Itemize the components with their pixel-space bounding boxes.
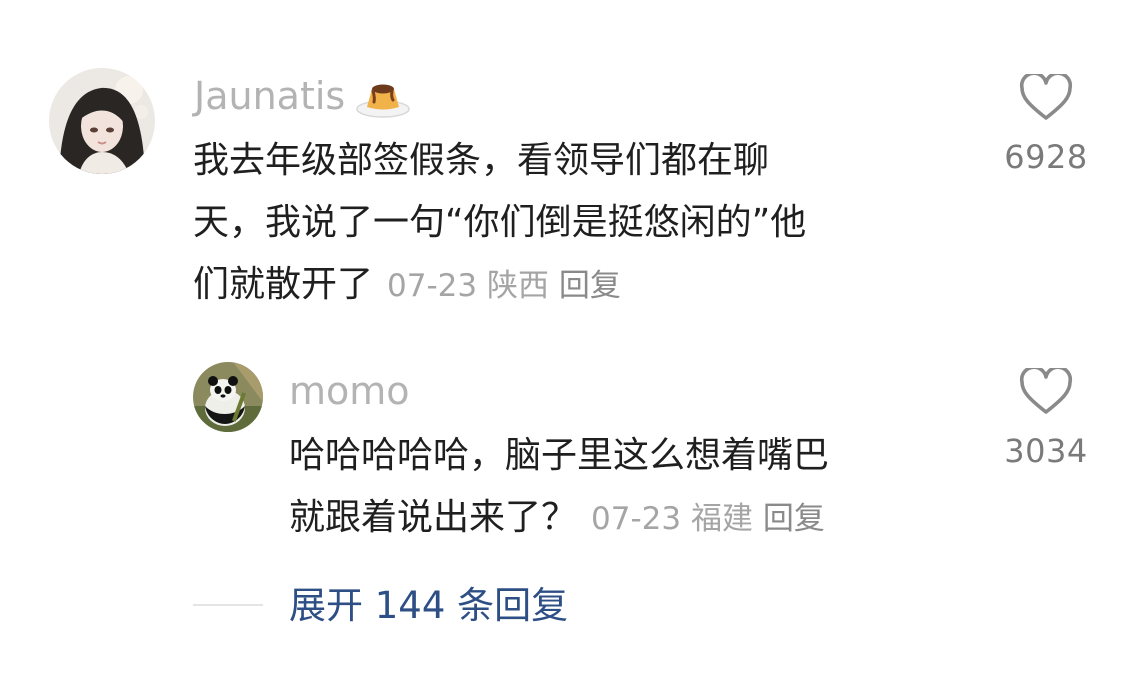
reply-button[interactable]: 回复 bbox=[559, 268, 621, 304]
reply-username[interactable]: momo bbox=[289, 372, 410, 410]
comment-line: 我去年级部签假条，看领导们都在聊 bbox=[193, 140, 770, 181]
reply-text: 哈哈哈哈哈，脑子里这么想着嘴巴 就跟着说出来了？ 07-23 福建 回复 bbox=[289, 425, 829, 550]
comment-meta: 07-23 陕西 回复 bbox=[387, 268, 621, 304]
avatar[interactable] bbox=[193, 362, 263, 432]
heart-outline-icon[interactable] bbox=[1019, 74, 1073, 122]
reply-line: 就跟着说出来了？ bbox=[289, 497, 578, 538]
like-count: 6928 bbox=[1004, 138, 1088, 176]
comment-date: 07-23 bbox=[387, 268, 478, 304]
pudding-icon bbox=[356, 84, 410, 118]
reply-date: 07-23 bbox=[591, 501, 682, 537]
comment-username[interactable]: Jaunatis bbox=[194, 77, 345, 115]
expand-replies-button[interactable]: 展开 144 条回复 bbox=[289, 587, 568, 624]
anime-girl-avatar-image bbox=[49, 68, 155, 174]
reply-line: 哈哈哈哈哈，脑子里这么想着嘴巴 bbox=[289, 435, 830, 476]
comment-text: 我去年级部签假条，看领导们都在聊 天，我说了一句“你们倒是挺悠闲的”他 们就散开… bbox=[193, 130, 806, 317]
reply-location: 福建 bbox=[690, 501, 753, 537]
reply-line-last: 就跟着说出来了？ 07-23 福建 回复 bbox=[289, 487, 829, 550]
like-area: 6928 bbox=[986, 74, 1106, 176]
comment-line: 们就散开了 bbox=[193, 264, 374, 305]
avatar[interactable] bbox=[49, 68, 155, 174]
reply-button[interactable]: 回复 bbox=[763, 501, 825, 537]
comment-line: 天，我说了一句“你们倒是挺悠闲的”他 bbox=[193, 202, 807, 243]
reply-meta: 07-23 福建 回复 bbox=[591, 501, 825, 537]
like-area: 3034 bbox=[986, 368, 1106, 470]
comment-location: 陕西 bbox=[486, 268, 549, 304]
heart-outline-icon[interactable] bbox=[1019, 368, 1073, 416]
comment-line-last: 们就散开了 07-23 陕西 回复 bbox=[193, 254, 806, 317]
panda-avatar-image bbox=[193, 362, 263, 432]
like-count: 3034 bbox=[1004, 432, 1088, 470]
divider bbox=[193, 604, 263, 606]
